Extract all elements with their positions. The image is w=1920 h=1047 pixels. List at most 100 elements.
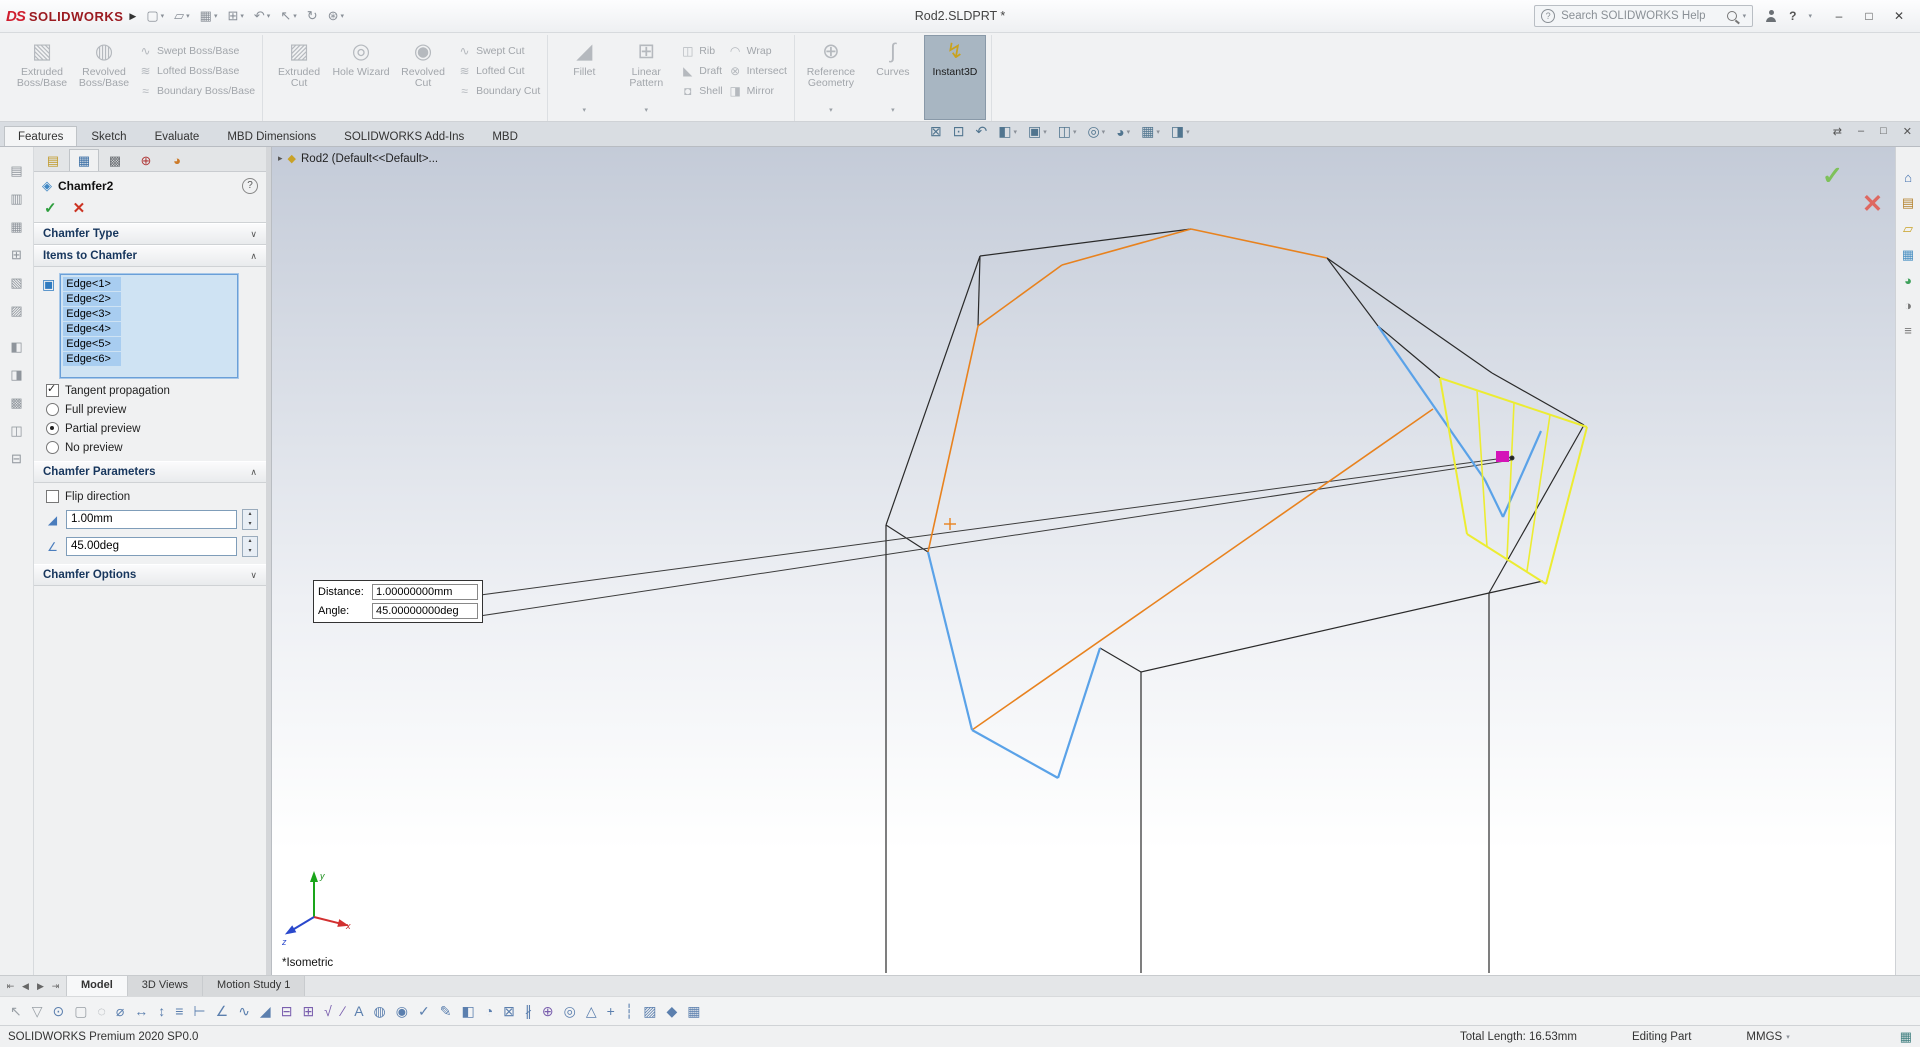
intersect-button[interactable]: ⊗ Intersect (729, 63, 787, 78)
angle-stepper[interactable]: ▴ ▾ (242, 536, 258, 557)
note-icon[interactable]: A (354, 1003, 363, 1019)
open-document-icon[interactable]: ▱ ▾ (174, 8, 190, 24)
model-edge-orange[interactable] (977, 264, 1063, 327)
dropdown-arrow-icon[interactable]: ▾ (1043, 128, 1047, 136)
radio-icon[interactable] (46, 441, 59, 454)
ordinate-dimension-icon[interactable]: ⊢ (193, 1003, 205, 1020)
box-selection-icon[interactable]: ▢ (74, 1003, 87, 1020)
magnified-selection-icon[interactable]: ⊙ (53, 1003, 65, 1020)
dropdown-arrow-icon[interactable]: ▾ (341, 12, 345, 20)
zoom-to-fit-icon[interactable]: ⊠ (930, 123, 942, 140)
spin-down-icon[interactable]: ▾ (243, 519, 257, 529)
menu-flyout-icon[interactable]: ▶ (129, 11, 136, 22)
display-style-icon[interactable]: ◫ ▾ (1058, 123, 1077, 140)
search-scope-icon[interactable]: ? (1541, 9, 1556, 23)
left-dock-tool-2-icon[interactable]: ▥ (10, 191, 22, 207)
revolved-boss-base-button[interactable]: ◍ Revolved Boss/Base (73, 35, 135, 120)
model-edge-edge[interactable] (1140, 592, 1490, 673)
left-dock-tool-5-icon[interactable]: ▧ (10, 275, 22, 291)
tab-3d-views[interactable]: 3D Views (127, 976, 204, 996)
datum-feature-icon[interactable]: ⊟ (281, 1003, 293, 1020)
draft-button[interactable]: ◣ Draft (681, 63, 722, 78)
boundary-boss-base-button[interactable]: ≈ Boundary Boss/Base (139, 83, 255, 98)
tab-mbd[interactable]: MBD (478, 126, 532, 146)
radio-selected-icon[interactable] (46, 422, 59, 435)
hole-callout-icon[interactable]: ◎ (564, 1003, 576, 1020)
close-window-icon[interactable]: ✕ (1884, 5, 1914, 27)
rebuild-icon[interactable]: ↻ (307, 8, 318, 24)
previous-document-icon[interactable]: ⇄ (1833, 125, 1842, 138)
callout-angle-value[interactable]: 45.00000000deg (372, 603, 478, 619)
model-edge-yellow[interactable] (1545, 426, 1588, 585)
detail-view-icon[interactable]: ◔ (485, 1003, 493, 1019)
fillet-button[interactable]: ◢ Fillet ▾ (553, 35, 615, 120)
tree-collapse-icon[interactable]: ▸ (278, 153, 283, 164)
tags-icon[interactable]: ▦ (1900, 1029, 1912, 1045)
angle-input[interactable]: 45.00deg (66, 537, 237, 556)
model-edge-yellow[interactable] (1506, 402, 1515, 560)
reference-geometry-dropdown-icon[interactable]: ▾ (829, 105, 833, 119)
property-manager-icon[interactable]: ▦ (69, 149, 99, 171)
appearances-icon[interactable]: ◕ (1904, 273, 1912, 288)
model-edge-yellow[interactable] (1476, 389, 1488, 548)
restore-document-icon[interactable]: □ (1880, 125, 1887, 138)
help-dropdown-icon[interactable]: ▾ (1808, 12, 1812, 20)
rib-button[interactable]: ◫ Rib (681, 43, 722, 58)
dropdown-arrow-icon[interactable]: ▾ (186, 12, 190, 20)
lofted-cut-button[interactable]: ≋ Lofted Cut (458, 63, 540, 78)
no-preview-radio[interactable]: No preview (46, 441, 258, 454)
boundary-cut-button[interactable]: ≈ Boundary Cut (458, 83, 540, 98)
model-edge-edge[interactable] (885, 255, 981, 526)
view-palette-icon[interactable]: ▦ (1902, 247, 1914, 263)
dropdown-arrow-icon[interactable]: ▾ (240, 12, 244, 20)
list-item[interactable]: Edge<3> (63, 307, 122, 321)
area-hatch-icon[interactable]: ▨ (643, 1003, 656, 1020)
chevron-up-icon[interactable]: ∧ (250, 467, 257, 478)
tab-evaluate[interactable]: Evaluate (141, 126, 214, 146)
shell-button[interactable]: ◘ Shell (681, 83, 722, 98)
model-edge-orange[interactable] (1061, 228, 1192, 266)
format-painter-icon[interactable]: ✎ (440, 1003, 452, 1020)
lofted-boss-base-button[interactable]: ≋ Lofted Boss/Base (139, 63, 255, 78)
options-icon[interactable]: ⊛ ▾ (328, 8, 344, 24)
flip-direction-checkbox[interactable]: Flip direction (46, 490, 258, 503)
view-settings-icon[interactable]: ◨ ▾ (1171, 123, 1190, 140)
model-edge-orange[interactable] (971, 408, 1434, 731)
feature-manager-tree-icon[interactable]: ▤ (38, 149, 68, 171)
model-edge-edge[interactable] (977, 255, 981, 327)
design-library-icon[interactable]: ▤ (1902, 195, 1914, 211)
spin-down-icon[interactable]: ▾ (243, 546, 257, 556)
swept-boss-base-button[interactable]: ∿ Swept Boss/Base (139, 43, 255, 58)
section-view-icon[interactable]: ◧ ▾ (998, 123, 1017, 140)
checkbox-checked-icon[interactable] (46, 382, 59, 397)
partial-preview-radio[interactable]: Partial preview (46, 422, 258, 435)
spin-up-icon[interactable]: ▴ (243, 537, 257, 547)
minimize-document-icon[interactable]: – (1858, 125, 1864, 138)
select-icon[interactable]: ↖ (10, 1003, 22, 1020)
dropdown-arrow-icon[interactable]: ▾ (267, 12, 271, 20)
previous-view-icon[interactable]: ↶ (975, 123, 987, 140)
ok-button[interactable]: ✓ (44, 199, 57, 217)
left-dock-tool-1-icon[interactable]: ▤ (10, 163, 22, 179)
path-length-dimension-icon[interactable]: ∿ (238, 1003, 250, 1020)
model-edge-blue[interactable] (1377, 325, 1486, 481)
display-manager-icon[interactable]: ◕ (162, 149, 192, 171)
wrap-button[interactable]: ◠ Wrap (729, 43, 787, 58)
left-dock-tool-3-icon[interactable]: ▦ (10, 219, 22, 235)
help-icon[interactable]: ? (1789, 9, 1796, 23)
model-edge-edge[interactable] (1326, 257, 1493, 374)
model-edge-edge[interactable] (1488, 580, 1544, 594)
section-chamfer-parameters[interactable]: Chamfer Parameters ∧ (34, 461, 266, 483)
smart-dimension-icon[interactable]: ⌀ (116, 1003, 124, 1020)
model-edge-blue[interactable] (926, 551, 974, 731)
part-tree-label[interactable]: Rod2 (Default<<Default>... (301, 153, 438, 165)
revision-symbol-icon[interactable]: △ (586, 1003, 597, 1020)
new-document-icon[interactable]: ▢ ▾ (146, 8, 164, 24)
undo-icon[interactable]: ↶ ▾ (254, 8, 270, 24)
edge-selection-listbox[interactable]: Edge<1> Edge<2> Edge<3> Edge<4> Edge<5> … (60, 274, 239, 378)
dropdown-arrow-icon[interactable]: ▾ (161, 12, 165, 20)
list-item[interactable]: Edge<1> (63, 277, 122, 291)
spin-up-icon[interactable]: ▴ (243, 510, 257, 520)
left-dock-tool-8-icon[interactable]: ◨ (10, 367, 22, 383)
scene-illumination-icon[interactable]: ◑ (1904, 298, 1912, 313)
